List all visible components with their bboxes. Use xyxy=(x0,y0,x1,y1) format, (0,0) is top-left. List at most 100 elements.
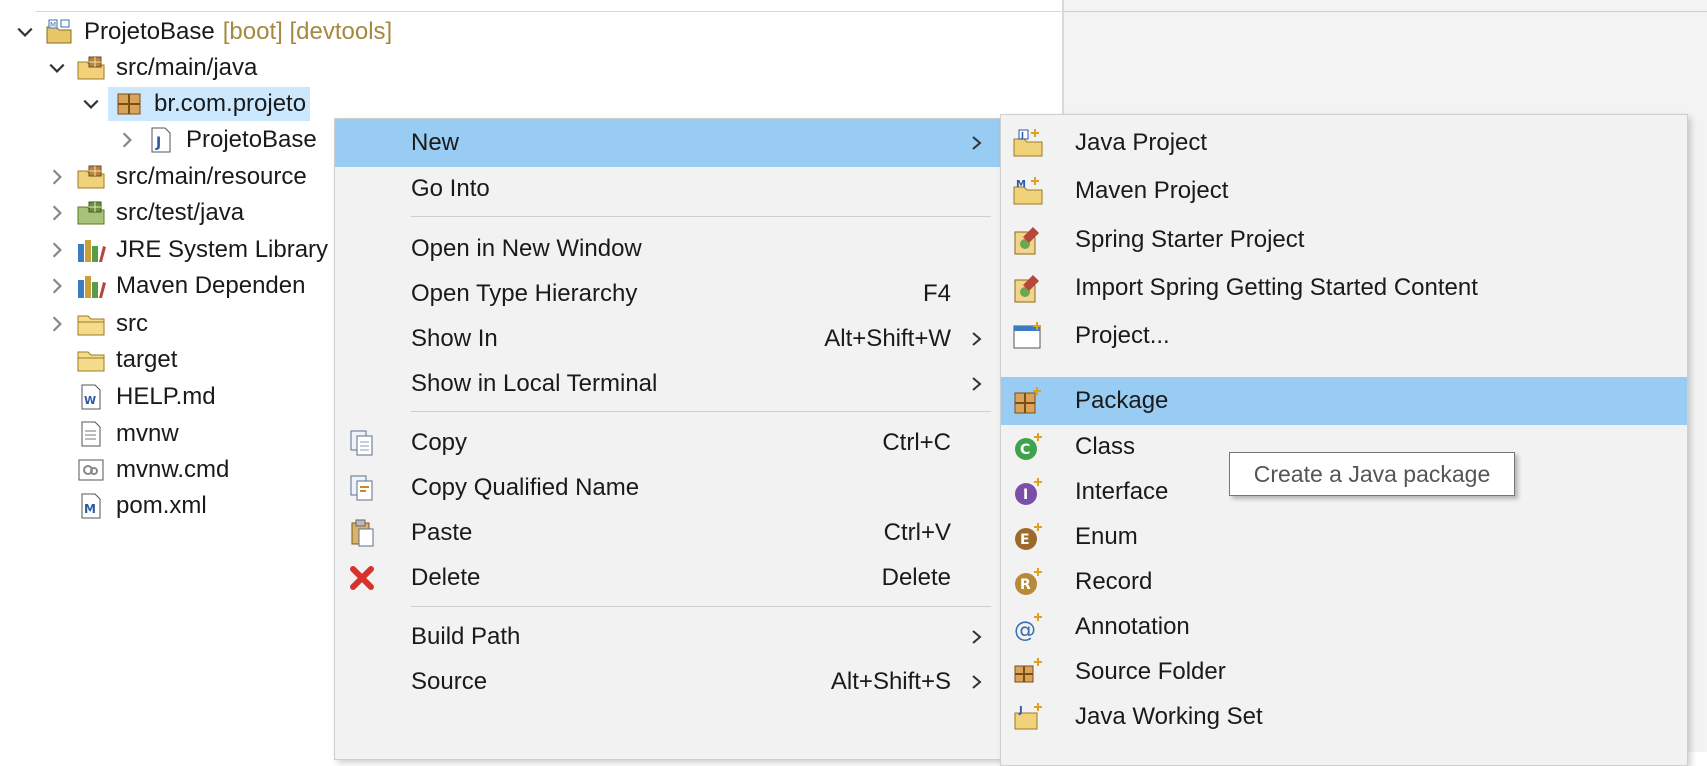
editor-top-border xyxy=(1064,11,1707,12)
menu-item-label: Open in New Window xyxy=(411,235,642,262)
tree-item-src[interactable]: src xyxy=(46,304,148,344)
tree-item-java-file[interactable]: J ProjetoBase xyxy=(116,120,317,160)
submenu-item-java-working-set[interactable]: J Java Working Set xyxy=(1001,693,1687,741)
tree-item-label: ProjetoBase xyxy=(186,126,317,153)
chevron-down-icon[interactable] xyxy=(46,57,68,79)
chevron-right-icon[interactable] xyxy=(116,129,138,151)
submenu-item-spring-starter-project[interactable]: Spring Starter Project xyxy=(1001,216,1687,264)
menu-item-label: Open Type Hierarchy xyxy=(411,280,638,307)
source-folder-icon xyxy=(74,53,108,83)
chevron-right-icon[interactable] xyxy=(46,313,68,335)
submenu-item-import-spring-content[interactable]: Import Spring Getting Started Content xyxy=(1001,264,1687,312)
menu-separator xyxy=(411,216,991,217)
menu-item-open-in-new-window[interactable]: Open in New Window xyxy=(335,225,1001,273)
tree-item-label: mvnw.cmd xyxy=(116,456,230,483)
markdown-file-icon: W xyxy=(74,382,108,412)
submenu-item-maven-project[interactable]: M Maven Project xyxy=(1001,167,1687,215)
tree-item-pom-xml[interactable]: M pom.xml xyxy=(74,486,207,526)
tree-item-label: JRE System Library xyxy=(116,236,329,263)
tree-item-maven-dependencies[interactable]: Maven Dependen xyxy=(46,266,305,306)
svg-text:@: @ xyxy=(1014,618,1036,643)
svg-text:E: E xyxy=(1020,532,1030,548)
submenu-item-source-folder[interactable]: Source Folder xyxy=(1001,648,1687,696)
class-icon: C xyxy=(1015,433,1042,460)
svg-text:J: J xyxy=(155,135,161,151)
submenu-item-label: Record xyxy=(1075,568,1153,595)
submenu-item-annotation[interactable]: @ Annotation xyxy=(1001,603,1687,651)
svg-text:M: M xyxy=(1016,179,1026,190)
chevron-right-icon[interactable] xyxy=(46,275,68,297)
new-source-folder-icon xyxy=(1014,658,1042,683)
submenu-item-enum[interactable]: E Enum xyxy=(1001,513,1687,561)
menu-item-accelerator: Delete xyxy=(881,564,951,591)
menu-item-copy-qualified-name[interactable]: Copy Qualified Name xyxy=(335,464,1001,512)
working-set-icon: J xyxy=(1014,703,1042,730)
chevron-right-icon xyxy=(972,136,982,150)
chevron-right-icon[interactable] xyxy=(46,166,68,188)
source-folder-icon xyxy=(74,162,108,192)
chevron-down-icon[interactable] xyxy=(80,93,102,115)
tree-item-help-md[interactable]: W HELP.md xyxy=(74,377,216,417)
maven-pom-icon: M xyxy=(74,491,108,521)
submenu-item-record[interactable]: R Record xyxy=(1001,558,1687,606)
menu-item-new[interactable]: New xyxy=(335,119,1001,167)
chevron-right-icon[interactable] xyxy=(46,239,68,261)
chevron-right-icon[interactable] xyxy=(46,202,68,224)
menu-item-label: Show in Local Terminal xyxy=(411,370,658,397)
chevron-right-icon xyxy=(972,377,982,391)
menu-item-accelerator: Ctrl+C xyxy=(882,429,951,456)
delete-icon xyxy=(350,566,374,590)
menu-item-source[interactable]: Source Alt+Shift+S xyxy=(335,658,1001,706)
submenu-item-package[interactable]: Package xyxy=(1001,377,1687,425)
tree-item-mvnw-cmd[interactable]: mvnw.cmd xyxy=(74,450,229,490)
menu-item-label: Go Into xyxy=(411,175,490,202)
svg-text:W: W xyxy=(84,394,96,407)
tree-item-label: src xyxy=(116,310,148,337)
submenu-item-label: Enum xyxy=(1075,523,1138,550)
submenu-item-label: Class xyxy=(1075,433,1136,460)
menu-separator xyxy=(411,606,991,607)
menu-item-open-type-hierarchy[interactable]: Open Type Hierarchy F4 xyxy=(335,270,1001,318)
tree-item-src-test-java[interactable]: src/test/java xyxy=(46,193,244,233)
tree-item-project[interactable]: M ProjetoBase [boot] [devtools] xyxy=(14,12,392,52)
cmd-file-icon xyxy=(74,455,108,485)
tooltip: Create a Java package xyxy=(1229,452,1515,496)
submenu-item-label: Package xyxy=(1075,387,1169,414)
submenu-item-java-project[interactable]: J Java Project xyxy=(1001,119,1687,167)
tree-item-src-main-java[interactable]: src/main/java xyxy=(46,48,257,88)
copy-qualified-name-icon xyxy=(350,475,373,501)
context-menu: New Go Into Open in New Window Open Type… xyxy=(334,118,1002,760)
source-folder-icon xyxy=(74,198,108,228)
tree-item-package[interactable]: br.com.projeto xyxy=(80,84,311,124)
record-icon: R xyxy=(1015,568,1042,595)
tree-item-label: src/main/resource xyxy=(116,163,307,190)
chevron-down-icon[interactable] xyxy=(14,21,36,43)
tree-item-label: mvnw xyxy=(116,420,179,447)
menu-item-accelerator: Alt+Shift+S xyxy=(830,668,951,695)
menu-item-paste[interactable]: Paste Ctrl+V xyxy=(335,509,1001,557)
menu-item-go-into[interactable]: Go Into xyxy=(335,165,1001,213)
menu-item-delete[interactable]: Delete Delete xyxy=(335,554,1001,602)
tree-item-label: ProjetoBase xyxy=(84,18,215,45)
menu-item-build-path[interactable]: Build Path xyxy=(335,613,1001,661)
java-file-icon: J xyxy=(144,125,178,155)
menu-item-copy[interactable]: Copy Ctrl+C xyxy=(335,419,1001,467)
tree-item-jre-library[interactable]: JRE System Library xyxy=(46,230,328,270)
copy-icon xyxy=(350,430,373,456)
submenu-item-label: Import Spring Getting Started Content xyxy=(1075,274,1478,301)
tree-item-target[interactable]: target xyxy=(74,340,177,380)
spring-project-icon: M xyxy=(42,17,76,47)
paste-icon xyxy=(351,519,374,547)
tree-item-mvnw[interactable]: mvnw xyxy=(74,414,179,454)
menu-item-show-in[interactable]: Show In Alt+Shift+W xyxy=(335,315,1001,363)
submenu-item-project[interactable]: Project... xyxy=(1001,312,1687,360)
tree-item-src-main-resources[interactable]: src/main/resource xyxy=(46,157,307,197)
menu-item-label: Delete xyxy=(411,564,481,591)
java-project-icon: J xyxy=(1013,129,1043,157)
menu-separator xyxy=(411,411,991,412)
new-submenu: J Java Project M Maven Project Spring St… xyxy=(1000,114,1688,766)
menu-item-show-in-local-terminal[interactable]: Show in Local Terminal xyxy=(335,360,1001,408)
submenu-item-label: Spring Starter Project xyxy=(1075,226,1305,253)
svg-text:C: C xyxy=(1020,442,1030,458)
folder-icon xyxy=(74,345,108,375)
